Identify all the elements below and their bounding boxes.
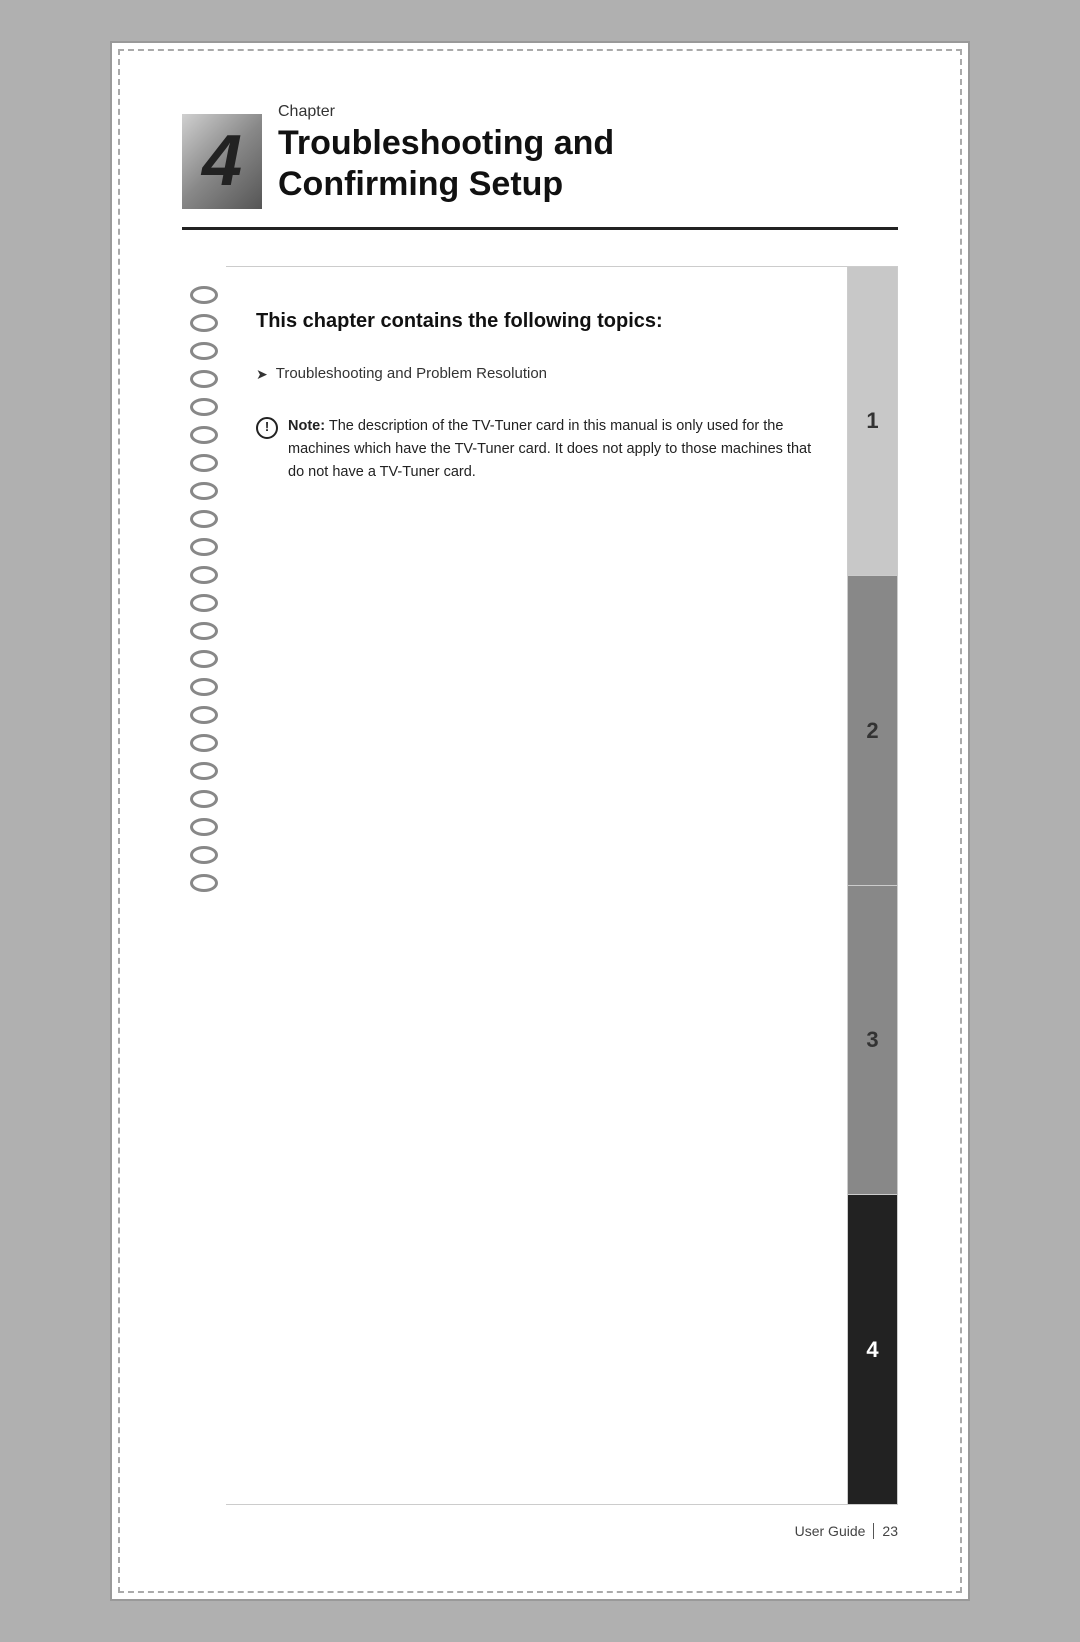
spiral-ring: [190, 314, 218, 332]
page-footer: User Guide 23: [182, 1505, 898, 1539]
footer-separator: [873, 1523, 874, 1539]
notebook-paper: This chapter contains the following topi…: [226, 266, 848, 1505]
note-text: Note: The description of the TV-Tuner ca…: [288, 415, 817, 485]
spiral-ring: [190, 790, 218, 808]
spiral-ring: [190, 874, 218, 892]
chapter-number: 4: [202, 125, 242, 197]
spiral-ring: [190, 398, 218, 416]
chapter-title: Troubleshooting and Confirming Setup: [278, 123, 614, 205]
page: 4 Chapter Troubleshooting and Confirming…: [110, 41, 970, 1601]
chapter-header: 4 Chapter Troubleshooting and Confirming…: [182, 103, 898, 209]
notebook-heading: This chapter contains the following topi…: [256, 307, 817, 335]
footer-page-number: 23: [882, 1523, 898, 1539]
spiral-ring: [190, 342, 218, 360]
spiral-ring: [190, 426, 218, 444]
spiral-ring: [190, 762, 218, 780]
spiral-ring: [190, 706, 218, 724]
note-box: ! Note: The description of the TV-Tuner …: [256, 415, 817, 485]
spiral-ring: [190, 286, 218, 304]
notebook-container: This chapter contains the following topi…: [182, 266, 898, 1505]
spiral-ring: [190, 566, 218, 584]
spiral-ring: [190, 594, 218, 612]
spiral-ring: [190, 510, 218, 528]
spiral-ring: [190, 482, 218, 500]
arrow-icon: ➤: [256, 366, 268, 383]
spiral-ring: [190, 622, 218, 640]
tab-1[interactable]: 1: [848, 267, 897, 577]
spiral-binding: [182, 266, 226, 1505]
tab-2[interactable]: 2: [848, 576, 897, 886]
spiral-ring: [190, 734, 218, 752]
spiral-ring: [190, 370, 218, 388]
note-content: The description of the TV-Tuner card in …: [288, 418, 811, 480]
tab-4[interactable]: 4: [848, 1195, 897, 1504]
chapter-label: Chapter: [278, 103, 614, 121]
note-icon: !: [256, 417, 278, 439]
tab-number-4: 4: [866, 1337, 878, 1363]
tab-number-1: 1: [866, 408, 878, 434]
spiral-ring: [190, 650, 218, 668]
spiral-ring: [190, 678, 218, 696]
tab-strip: 1 2 3 4: [848, 266, 898, 1505]
list-item: ➤ Troubleshooting and Problem Resolution: [256, 365, 817, 383]
topics-list: ➤ Troubleshooting and Problem Resolution: [256, 365, 817, 391]
chapter-divider: [182, 227, 898, 230]
topic-text: Troubleshooting and Problem Resolution: [276, 365, 547, 382]
spiral-ring: [190, 846, 218, 864]
chapter-number-box: 4: [182, 114, 262, 209]
tab-number-3: 3: [866, 1027, 878, 1053]
footer-guide-label: User Guide: [795, 1523, 866, 1539]
tab-number-2: 2: [866, 718, 878, 744]
spiral-ring: [190, 818, 218, 836]
chapter-title-area: Chapter Troubleshooting and Confirming S…: [278, 103, 614, 209]
spiral-ring: [190, 454, 218, 472]
tab-3[interactable]: 3: [848, 886, 897, 1196]
spiral-ring: [190, 538, 218, 556]
note-label: Note:: [288, 418, 325, 434]
